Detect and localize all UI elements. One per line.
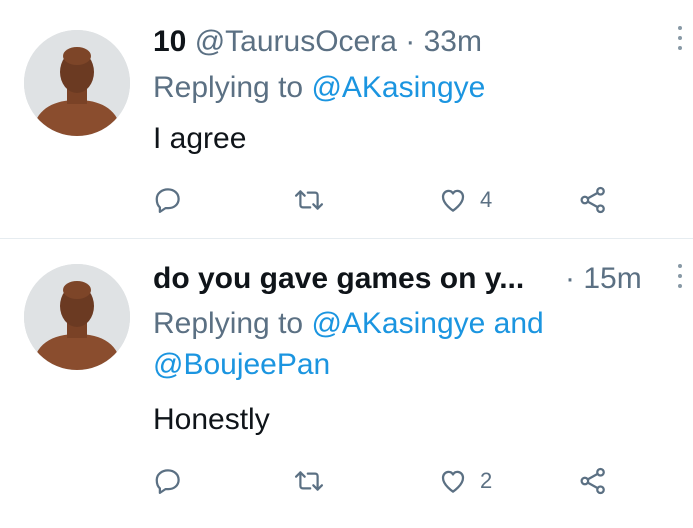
mention-link[interactable]: @AKasingye [311,71,485,104]
like-icon [438,185,468,215]
avatar[interactable] [24,264,130,370]
tweet-actions: 2 [153,461,633,501]
like-count: 4 [480,187,493,212]
tweet-header: 10 @TaurusOcera · 33m [153,24,482,60]
replying-to: Replying to @AKasingye [153,70,485,106]
replying-label: Replying to [153,307,304,340]
tweet-actions: 4 [153,180,633,220]
reply-icon [153,466,183,496]
tweet-text: Honestly [153,403,270,436]
mention-link[interactable]: @AKasingye [311,307,485,340]
mention-link[interactable]: @BoujeePan [153,347,623,383]
timestamp[interactable]: 33m [424,25,482,58]
tweet-header: do you gave games on y... · 15m [153,261,642,297]
reply-button[interactable] [153,461,183,501]
retweet-button[interactable] [293,461,325,501]
retweet-button[interactable] [293,180,325,220]
share-button[interactable] [578,180,608,220]
replying-to: Replying to @AKasingye and @BoujeePan [153,306,623,383]
separator-dot: · [565,262,575,295]
like-count: 2 [480,468,493,493]
tweet-text: I agree [153,122,247,155]
like-button[interactable]: 2 [438,461,492,501]
reply-icon [153,185,183,215]
display-name[interactable]: do you gave games on y... [153,262,524,295]
like-icon [438,466,468,496]
like-button[interactable]: 4 [438,180,492,220]
user-handle[interactable]: @TaurusOcera [195,25,397,58]
display-name[interactable]: 10 [153,25,186,58]
tweet[interactable]: do you gave games on y... · 15m Replying… [0,239,693,528]
more-icon[interactable] [675,26,685,56]
replying-label: Replying to [153,71,304,104]
share-icon [578,466,608,496]
avatar[interactable] [24,30,130,136]
retweet-icon [293,185,325,215]
reply-button[interactable] [153,180,183,220]
tweet[interactable]: 10 @TaurusOcera · 33m Replying to @AKasi… [0,0,693,238]
share-button[interactable] [578,461,608,501]
timestamp[interactable]: 15m [583,262,641,295]
more-icon[interactable] [675,264,685,294]
share-icon [578,185,608,215]
retweet-icon [293,466,325,496]
separator-dot: · [405,25,416,58]
mention-conjunction: and [493,307,544,340]
